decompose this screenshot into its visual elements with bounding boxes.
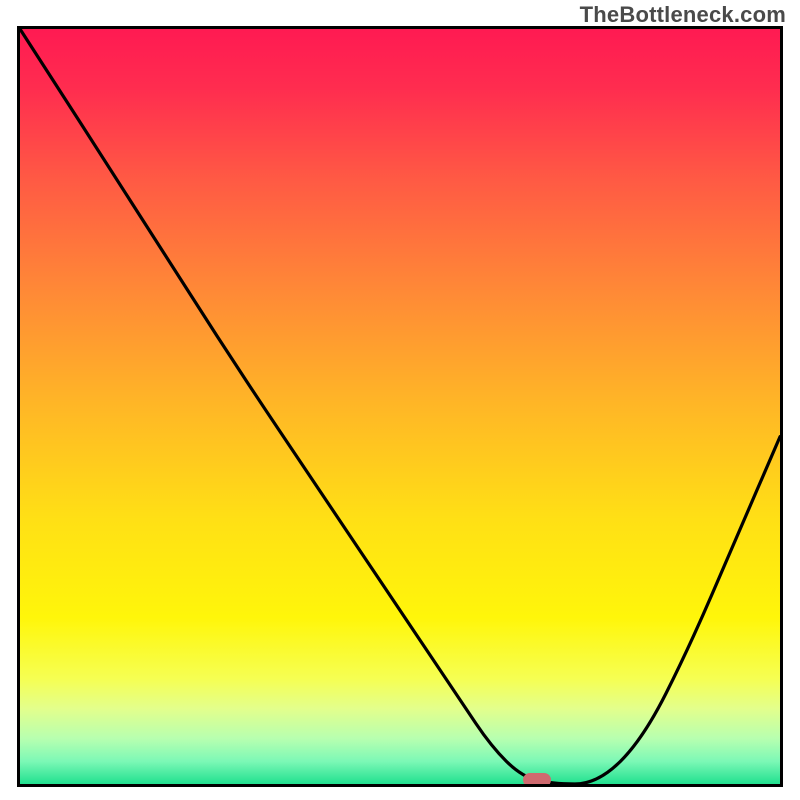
optimum-marker	[523, 773, 551, 787]
attribution-text: TheBottleneck.com	[580, 2, 786, 28]
page-root: TheBottleneck.com	[0, 0, 800, 800]
chart-frame	[17, 26, 783, 787]
bottleneck-curve	[20, 29, 780, 784]
